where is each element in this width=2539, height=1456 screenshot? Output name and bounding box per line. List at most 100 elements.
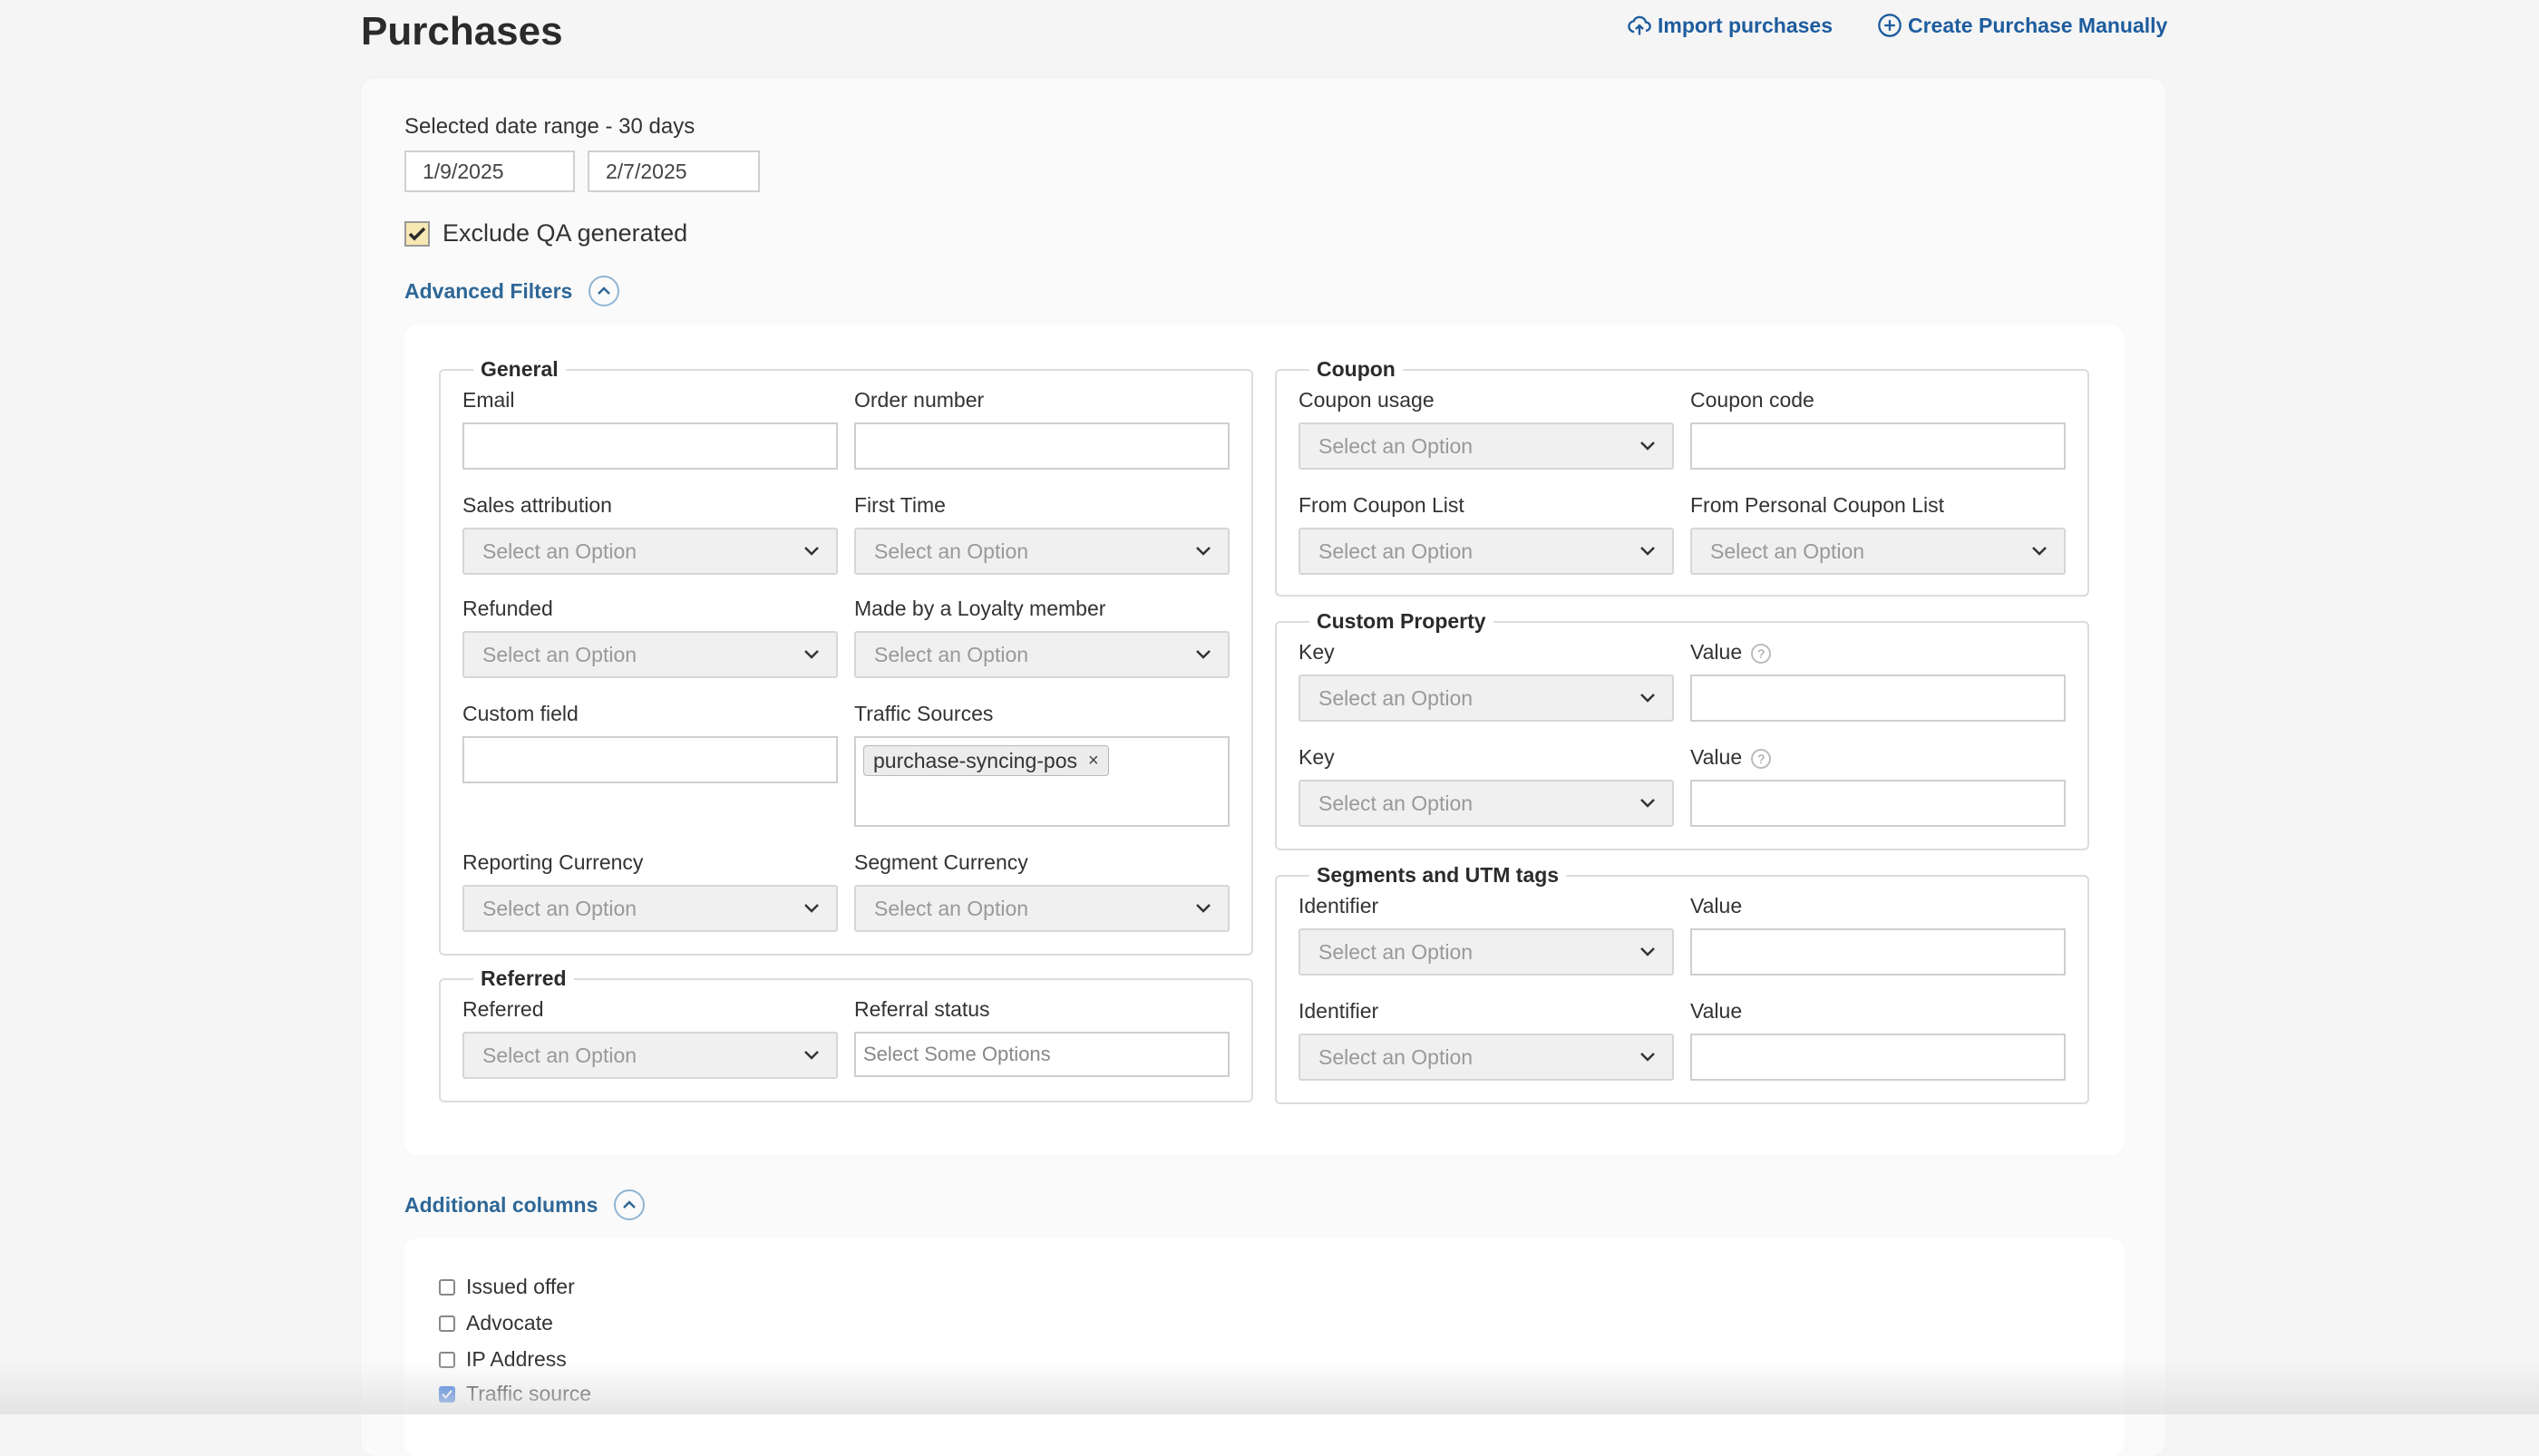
referred-select[interactable]: Select an Option	[462, 1032, 838, 1079]
chevron-down-icon	[804, 650, 819, 659]
help-icon[interactable]: ?	[1751, 748, 1772, 769]
select-placeholder: Select an Option	[482, 642, 637, 666]
create-purchase-link[interactable]: Create Purchase Manually	[1877, 13, 2167, 38]
segment-currency-select[interactable]: Select an Option	[854, 885, 1230, 932]
select-placeholder: Select an Option	[874, 896, 1029, 920]
custom-property-key-select[interactable]: Select an Option	[1299, 780, 1674, 827]
chevron-down-icon	[1640, 947, 1655, 956]
first-time-label: First Time	[854, 493, 946, 517]
traffic-sources-label: Traffic Sources	[854, 702, 994, 725]
date-range-label: Selected date range - 30 days	[404, 114, 696, 139]
chevron-down-icon	[1640, 694, 1655, 703]
value-label-group: Value?	[1690, 745, 1772, 770]
referred-legend: Referred	[481, 966, 567, 990]
custom-property-key-select[interactable]: Select an Option	[1299, 675, 1674, 722]
checkbox[interactable]	[439, 1278, 455, 1296]
checkbox[interactable]	[439, 1351, 455, 1368]
chevron-down-icon	[1640, 799, 1655, 808]
traffic-source-tag: purchase-syncing-pos ×	[863, 745, 1109, 776]
key-label: Key	[1299, 640, 1335, 664]
checkbox-checked[interactable]	[439, 1385, 455, 1403]
select-placeholder: Select an Option	[482, 539, 637, 563]
first-time-select[interactable]: Select an Option	[854, 528, 1230, 575]
sales-attribution-label: Sales attribution	[462, 493, 612, 517]
coupon-usage-select[interactable]: Select an Option	[1299, 422, 1674, 470]
value-label: Value	[1690, 999, 1743, 1023]
personal-coupon-list-label: From Personal Coupon List	[1690, 493, 1944, 517]
column-option-label: IP Address	[466, 1347, 567, 1371]
traffic-source-tag-label: purchase-syncing-pos	[873, 748, 1078, 772]
referral-status-multiselect[interactable]: Select Some Options	[854, 1032, 1230, 1077]
refunded-select[interactable]: Select an Option	[462, 631, 838, 678]
cloud-upload-icon	[1628, 15, 1651, 35]
loyalty-member-select[interactable]: Select an Option	[854, 631, 1230, 678]
segment-value-field[interactable]	[1690, 1034, 2066, 1081]
advanced-filters-toggle[interactable]: Advanced Filters	[404, 276, 620, 306]
segment-currency-label: Segment Currency	[854, 850, 1028, 874]
check-icon	[404, 220, 430, 247]
segment-value-field[interactable]	[1690, 928, 2066, 976]
order-number-field[interactable]	[854, 422, 1230, 470]
import-purchases-link[interactable]: Import purchases	[1627, 13, 1833, 38]
chevron-down-icon	[1640, 1053, 1655, 1062]
coupon-list-label: From Coupon List	[1299, 493, 1464, 517]
personal-coupon-list-select[interactable]: Select an Option	[1690, 528, 2066, 575]
loyalty-member-label: Made by a Loyalty member	[854, 597, 1106, 620]
column-option-label: Advocate	[466, 1311, 553, 1335]
chevron-down-icon	[1196, 650, 1211, 659]
column-option-issued-offer[interactable]: Issued offer	[439, 1275, 575, 1299]
identifier-label: Identifier	[1299, 999, 1379, 1023]
value-label: Value	[1690, 745, 1743, 769]
sales-attribution-select[interactable]: Select an Option	[462, 528, 838, 575]
custom-property-legend: Custom Property	[1317, 609, 1486, 633]
coupon-usage-label: Coupon usage	[1299, 388, 1435, 412]
custom-field-label: Custom field	[462, 702, 579, 725]
chevron-down-icon	[804, 547, 819, 556]
plus-circle-icon	[1878, 14, 1902, 37]
column-option-traffic-source[interactable]: Traffic source	[439, 1382, 591, 1406]
create-purchase-label: Create Purchase Manually	[1908, 13, 2168, 37]
coupon-code-field[interactable]	[1690, 422, 2066, 470]
chevron-down-icon	[1640, 547, 1655, 556]
select-placeholder: Select an Option	[1318, 1044, 1474, 1069]
additional-columns-toggle[interactable]: Additional columns	[404, 1189, 646, 1220]
exclude-qa-checkbox[interactable]: Exclude QA generated	[404, 219, 687, 248]
chevron-down-icon	[804, 904, 819, 913]
order-number-label: Order number	[854, 388, 985, 412]
select-placeholder: Select an Option	[874, 642, 1029, 666]
segments-utm-legend: Segments and UTM tags	[1317, 863, 1560, 887]
email-field[interactable]	[462, 422, 838, 470]
chevron-down-icon	[1196, 547, 1211, 556]
checkbox[interactable]	[439, 1315, 455, 1332]
remove-tag-icon[interactable]: ×	[1088, 751, 1099, 772]
page-title: Purchases	[361, 9, 563, 53]
chevron-up-icon	[614, 1189, 646, 1220]
coupon-list-select[interactable]: Select an Option	[1299, 528, 1674, 575]
custom-property-value-field[interactable]	[1690, 675, 2066, 722]
help-icon[interactable]: ?	[1751, 643, 1772, 664]
select-placeholder: Select an Option	[1710, 539, 1865, 563]
column-option-ip-address[interactable]: IP Address	[439, 1347, 567, 1372]
traffic-sources-multiselect[interactable]: purchase-syncing-pos ×	[854, 736, 1230, 827]
custom-property-value-field[interactable]	[1690, 780, 2066, 827]
additional-columns-card	[404, 1238, 2124, 1456]
coupon-code-label: Coupon code	[1690, 388, 1814, 412]
chevron-down-icon	[2032, 547, 2047, 556]
refunded-label: Refunded	[462, 597, 553, 620]
column-option-advocate[interactable]: Advocate	[439, 1311, 553, 1335]
exclude-qa-label: Exclude QA generated	[443, 219, 688, 247]
identifier-select[interactable]: Select an Option	[1299, 928, 1674, 976]
chevron-down-icon	[1196, 904, 1211, 913]
general-legend: General	[481, 357, 559, 381]
start-date-input[interactable]: 1/9/2025	[404, 150, 575, 192]
custom-field-input[interactable]	[462, 736, 838, 783]
chevron-down-icon	[804, 1051, 819, 1060]
column-option-label: Traffic source	[466, 1382, 592, 1405]
end-date-input[interactable]: 2/7/2025	[588, 150, 760, 192]
identifier-select[interactable]: Select an Option	[1299, 1034, 1674, 1081]
reporting-currency-label: Reporting Currency	[462, 850, 644, 874]
select-placeholder: Select an Option	[1318, 433, 1474, 458]
additional-columns-label: Additional columns	[404, 1192, 598, 1217]
reporting-currency-select[interactable]: Select an Option	[462, 885, 838, 932]
email-label: Email	[462, 388, 515, 412]
